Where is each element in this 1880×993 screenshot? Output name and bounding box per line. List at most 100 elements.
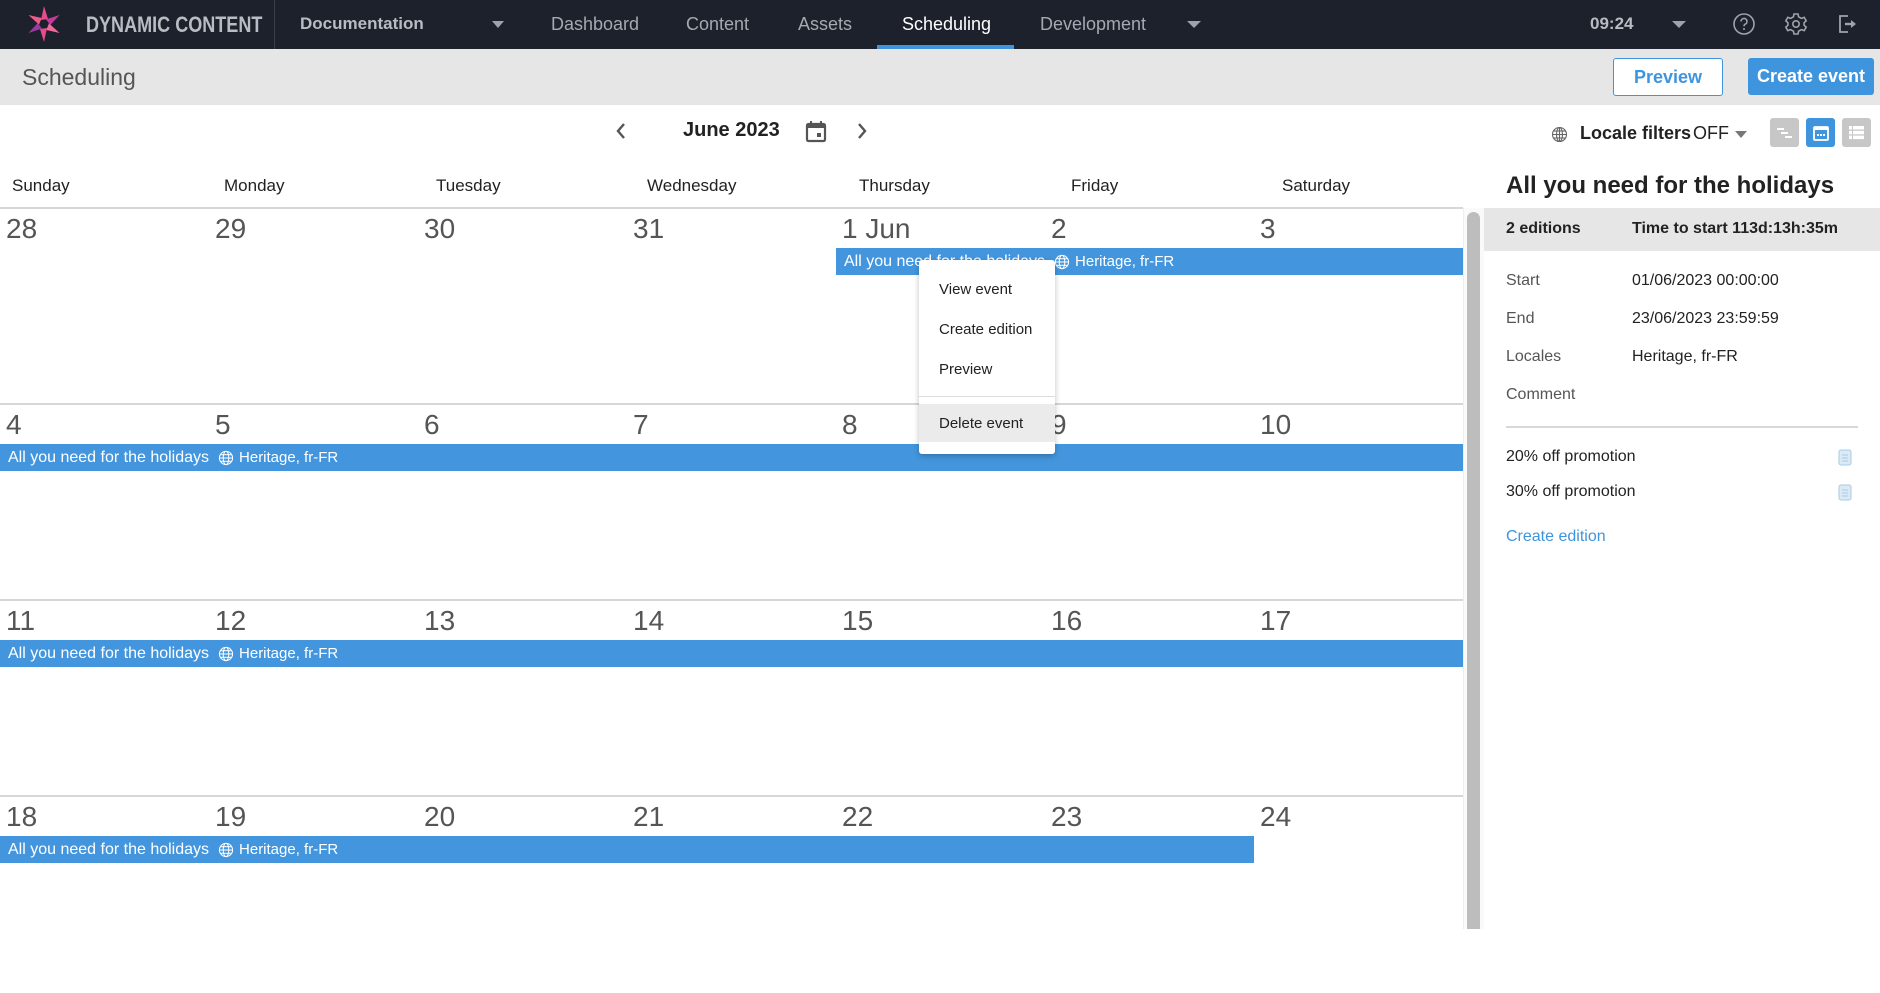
top-navigation-bar: DYNAMIC CONTENT Documentation Dashboard … (0, 0, 1880, 49)
preview-button[interactable]: Preview (1613, 58, 1723, 96)
globe-icon (218, 646, 234, 661)
menu-item-delete-event[interactable]: Delete event (919, 404, 1055, 442)
start-label: Start (1506, 272, 1540, 289)
globe-icon (1054, 254, 1070, 269)
nav-tab-scheduling[interactable]: Scheduling (902, 14, 991, 35)
page-header: Scheduling Preview Create event (0, 49, 1880, 105)
hub-selector[interactable]: Documentation (300, 14, 424, 34)
brand-name: DYNAMIC CONTENT (86, 12, 263, 37)
clock-chevron-down-icon[interactable] (1672, 21, 1686, 28)
weekday-header: Thursday (859, 176, 930, 195)
next-month-chevron-right-icon[interactable] (851, 118, 873, 144)
day-cell-number[interactable]: 4 (6, 409, 22, 441)
calendar-week: 18 19 20 21 22 23 24 All you need for th… (0, 797, 1463, 993)
locales-value: Heritage, fr-FR (1632, 348, 1738, 365)
panel-divider (1506, 426, 1858, 428)
end-value: 23/06/2023 23:59:59 (1632, 310, 1779, 327)
day-cell-number[interactable]: 7 (633, 409, 649, 441)
day-cell-number[interactable]: 17 (1260, 605, 1291, 637)
settings-gear-icon[interactable] (1783, 11, 1809, 37)
menu-divider (919, 396, 1055, 397)
development-chevron-down-icon[interactable] (1187, 21, 1201, 28)
day-cell-number[interactable]: 21 (633, 801, 664, 833)
previous-month-chevron-left-icon[interactable] (610, 118, 632, 144)
menu-item-view-event[interactable]: View event (919, 270, 1055, 308)
editions-count: 2 editions (1506, 220, 1581, 237)
day-cell-number[interactable]: 24 (1260, 801, 1291, 833)
event-title: All you need for the holidays (1506, 172, 1835, 199)
event-locales: Heritage, fr-FR (239, 449, 339, 466)
day-cell-number[interactable]: 13 (424, 605, 455, 637)
current-month-label: June 2023 (683, 119, 780, 141)
edition-document-icon[interactable] (1838, 484, 1852, 501)
clock-time[interactable]: 09:24 (1590, 14, 1633, 34)
list-view-button[interactable] (1842, 118, 1871, 147)
day-cell-number[interactable]: 12 (215, 605, 246, 637)
day-cell-number[interactable]: 2 (1051, 213, 1067, 245)
day-cell-number[interactable]: 20 (424, 801, 455, 833)
locale-filters-label: Locale filters (1580, 123, 1692, 143)
month-calendar-grid: Sunday Monday Tuesday Wednesday Thursday… (0, 160, 1463, 929)
timeline-view-icon (1777, 127, 1792, 138)
day-cell-number[interactable]: 19 (215, 801, 246, 833)
day-cell-number[interactable]: 30 (424, 213, 455, 245)
event-bar[interactable]: All you need for the holidays Heritage, … (0, 836, 1254, 863)
globe-icon (218, 842, 234, 857)
calendar-week: 28 29 30 31 1 Jun 2 3 All you need for t… (0, 209, 1463, 405)
menu-item-create-edition[interactable]: Create edition (919, 310, 1055, 348)
day-cell-number[interactable]: 1 Jun (842, 213, 911, 245)
event-name: All you need for the holidays (8, 448, 210, 466)
edition-item[interactable]: 30% off promotion (1506, 483, 1636, 501)
day-cell-number[interactable]: 28 (6, 213, 37, 245)
hub-chevron-down-icon[interactable] (492, 21, 504, 28)
locale-filters-chevron-down-icon[interactable] (1735, 131, 1747, 138)
day-cell-number[interactable]: 22 (842, 801, 873, 833)
create-event-button[interactable]: Create event (1748, 58, 1874, 95)
day-cell-number[interactable]: 3 (1260, 213, 1276, 245)
event-bar[interactable]: All you need for the holidays Heritage, … (0, 444, 1463, 471)
weekday-header: Saturday (1282, 176, 1351, 195)
day-cell-number[interactable]: 23 (1051, 801, 1082, 833)
day-cell-number[interactable]: 11 (6, 605, 35, 637)
day-cell-number[interactable]: 18 (6, 801, 37, 833)
nav-tab-content[interactable]: Content (686, 14, 749, 35)
event-name: All you need for the holidays (8, 644, 210, 662)
day-cell-number[interactable]: 31 (633, 213, 664, 245)
time-to-start: Time to start 113d:13h:35m (1632, 220, 1839, 237)
event-locales: Heritage, fr-FR (239, 645, 339, 662)
weekday-header: Monday (224, 176, 285, 195)
nav-tab-assets[interactable]: Assets (798, 14, 852, 35)
day-cell-number[interactable]: 29 (215, 213, 246, 245)
day-cell-number[interactable]: 15 (842, 605, 873, 637)
day-cell-number[interactable]: 8 (842, 409, 858, 441)
weekday-header: Sunday (12, 176, 70, 195)
logout-icon[interactable] (1834, 11, 1860, 37)
event-details-panel: All you need for the holidays 2 editions… (1484, 160, 1880, 929)
timeline-view-button[interactable] (1770, 118, 1799, 147)
end-label: End (1506, 310, 1535, 327)
list-view-icon (1849, 126, 1864, 140)
nav-divider (274, 0, 275, 49)
locales-label: Locales (1506, 348, 1562, 365)
edition-item[interactable]: 20% off promotion (1506, 448, 1636, 466)
calendar-view-button[interactable] (1806, 118, 1835, 147)
day-cell-number[interactable]: 10 (1260, 409, 1291, 441)
day-cell-number[interactable]: 6 (424, 409, 440, 441)
create-edition-link[interactable]: Create edition (1506, 528, 1606, 546)
nav-tab-dashboard[interactable]: Dashboard (551, 14, 639, 35)
calendar-scrollbar-thumb[interactable] (1467, 212, 1480, 929)
menu-item-preview[interactable]: Preview (919, 350, 1055, 388)
dynamic-content-logo-icon (28, 6, 60, 42)
event-bar[interactable]: All you need for the holidays Heritage, … (0, 640, 1463, 667)
day-cell-number[interactable]: 14 (633, 605, 664, 637)
page-title: Scheduling (22, 64, 136, 90)
day-cell-number[interactable]: 5 (215, 409, 231, 441)
day-cell-number[interactable]: 16 (1051, 605, 1082, 637)
locale-filters-dropdown[interactable]: OFF (1693, 123, 1729, 144)
weekday-header: Friday (1071, 176, 1119, 195)
calendar-week: 4 5 6 7 8 9 10 All you need for the holi… (0, 405, 1463, 601)
help-icon[interactable] (1731, 11, 1757, 37)
date-picker-calendar-icon[interactable] (804, 119, 828, 143)
nav-tab-development[interactable]: Development (1040, 14, 1146, 35)
edition-document-icon[interactable] (1838, 449, 1852, 466)
